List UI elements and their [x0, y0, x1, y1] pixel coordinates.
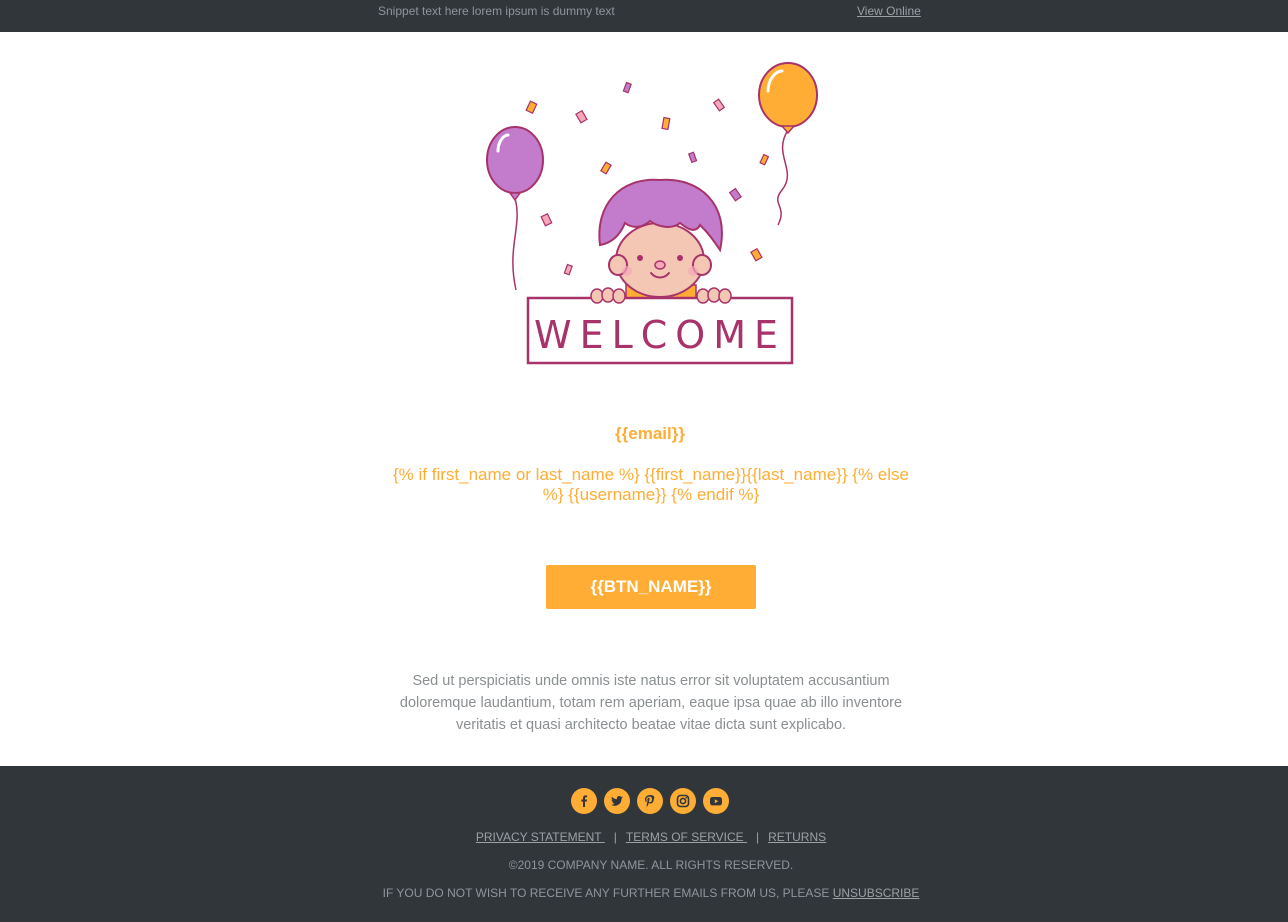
social-links: [571, 788, 729, 814]
twitter-icon[interactable]: [604, 788, 630, 814]
cta-button[interactable]: {{BTN_NAME}}: [546, 565, 756, 609]
name-variable: {% if first_name or last_name %} {{first…: [393, 465, 909, 504]
returns-link[interactable]: RETURNS: [768, 830, 826, 844]
unsubscribe-prefix: IF YOU DO NOT WISH TO RECEIVE ANY FURTHE…: [382, 886, 833, 900]
balloon-icon: [758, 62, 818, 226]
pinterest-icon[interactable]: [637, 788, 663, 814]
view-online-link[interactable]: View Online: [857, 4, 921, 18]
footer-links: PRIVACY STATEMENT | TERMS OF SERVICE | RET…: [0, 830, 1288, 844]
welcome-sign: WELCOME: [526, 287, 794, 365]
unsubscribe-line: IF YOU DO NOT WISH TO RECEIVE ANY FURTHE…: [0, 886, 1288, 900]
snippet-text: Snippet text here lorem ipsum is dummy t…: [378, 4, 615, 18]
body-paragraph: Sed ut perspiciatis unde omnis iste natu…: [399, 673, 903, 733]
child-illustration: [598, 178, 723, 306]
facebook-icon[interactable]: [571, 788, 597, 814]
link-separator: |: [613, 830, 617, 844]
copyright: ©2019 COMPANY NAME. ALL RIGHTS RESERVED.: [508, 858, 794, 872]
unsubscribe-link[interactable]: UNSUBSCRIBE: [833, 886, 920, 900]
instagram-icon[interactable]: [670, 788, 696, 814]
welcome-illustration: WELCOME: [486, 62, 818, 365]
welcome-sign-text: WELCOME: [534, 313, 786, 357]
top-bar: Snippet text here lorem ipsum is dummy t…: [0, 0, 1288, 32]
privacy-statement-link[interactable]: PRIVACY STATEMENT: [476, 830, 605, 844]
balloon-icon: [486, 126, 544, 291]
email-variable: {{email}}: [615, 424, 685, 443]
link-separator: |: [756, 830, 760, 844]
footer: PRIVACY STATEMENT | TERMS OF SERVICE | RET…: [0, 766, 1288, 922]
terms-of-service-link[interactable]: TERMS OF SERVICE: [626, 830, 747, 844]
youtube-icon[interactable]: [703, 788, 729, 814]
